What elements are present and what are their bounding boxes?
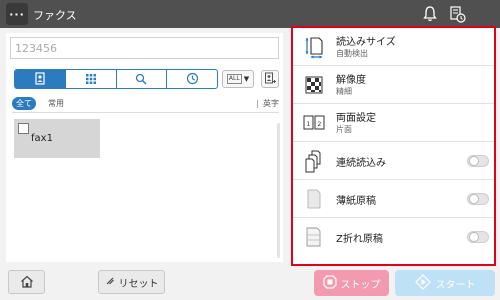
- continuous-scan-toggle[interactable]: [467, 155, 489, 167]
- divider: [12, 112, 279, 113]
- keypad-icon: [85, 70, 97, 88]
- setting-z-folded[interactable]: Z折れ原稿: [293, 218, 494, 256]
- setting-title: 薄紙原稿: [336, 196, 376, 207]
- setting-title: 連続読込み: [336, 158, 386, 169]
- start-icon: [414, 273, 431, 293]
- destination-item[interactable]: fax1: [14, 119, 100, 158]
- register-destination-button[interactable]: [261, 70, 279, 88]
- stop-label: ストップ: [340, 279, 381, 291]
- sort-label: ALL: [226, 74, 242, 84]
- menu-button[interactable]: ···: [6, 3, 28, 25]
- stop-icon: [322, 274, 337, 292]
- top-bar: ··· ファクス: [0, 0, 500, 28]
- setting-title: 両面設定: [336, 113, 376, 124]
- filter-alpha[interactable]: 英字: [256, 98, 279, 109]
- z-folded-icon: [303, 224, 325, 250]
- setting-title: 読込みサイズ: [336, 37, 396, 48]
- destination-name: fax1: [31, 133, 53, 144]
- index-filter-row: 全て 常用 英字: [12, 97, 279, 113]
- setting-continuous-scan[interactable]: 連続読込み: [293, 142, 494, 180]
- job-status-icon[interactable]: [447, 4, 467, 24]
- app-title: ファクス: [33, 9, 77, 22]
- settings-panel: 読込みサイズ 自動検出 解像度 精細 1 2 両面設定 片面 連続読込み 薄紙原…: [291, 26, 496, 266]
- tab-history[interactable]: [166, 70, 217, 88]
- filter-common[interactable]: 常用: [48, 98, 64, 109]
- sort-dropdown[interactable]: ALL ▼: [222, 70, 254, 88]
- setting-duplex[interactable]: 1 2 両面設定 片面: [293, 104, 494, 142]
- destination-checkbox[interactable]: [18, 123, 29, 134]
- continuous-scan-icon: [303, 148, 325, 174]
- address-book-icon: [34, 70, 46, 88]
- z-folded-toggle[interactable]: [467, 231, 489, 243]
- destination-tabs: [14, 69, 218, 89]
- fax-number-input[interactable]: [10, 37, 279, 59]
- person-add-icon: [264, 70, 276, 89]
- start-button[interactable]: スタート: [395, 270, 495, 296]
- tab-address-book[interactable]: [15, 70, 65, 88]
- history-icon: [186, 70, 199, 88]
- home-button[interactable]: [8, 270, 45, 294]
- destination-panel: ALL ▼ 全て 常用 英字 fax1: [6, 33, 283, 262]
- home-icon: [20, 273, 34, 292]
- svg-text:2: 2: [318, 121, 322, 128]
- setting-scan-size[interactable]: 読込みサイズ 自動検出: [293, 28, 494, 66]
- chevron-down-icon: ▼: [243, 75, 250, 83]
- destination-scrollbar[interactable]: [277, 123, 280, 258]
- setting-title: Z折れ原稿: [336, 234, 383, 245]
- svg-text:1: 1: [307, 121, 311, 128]
- reset-label: リセット: [118, 278, 159, 290]
- tab-keypad[interactable]: [64, 70, 116, 88]
- bell-icon[interactable]: [420, 4, 440, 24]
- scan-size-icon: [303, 34, 325, 60]
- setting-resolution[interactable]: 解像度 精細: [293, 66, 494, 104]
- thin-paper-icon: [303, 186, 325, 212]
- start-label: スタート: [435, 279, 476, 291]
- setting-value: 自動検出: [336, 49, 368, 58]
- setting-title: 解像度: [336, 75, 366, 86]
- thin-paper-toggle[interactable]: [467, 193, 489, 205]
- tab-search[interactable]: [115, 70, 167, 88]
- filter-all[interactable]: 全て: [12, 97, 36, 110]
- reset-icon: [105, 276, 115, 289]
- stop-button[interactable]: ストップ: [314, 270, 389, 296]
- setting-value: 片面: [336, 125, 352, 134]
- resolution-icon: [303, 72, 325, 98]
- duplex-icon: 1 2: [303, 110, 325, 136]
- search-icon: [135, 70, 147, 88]
- reset-button[interactable]: リセット: [98, 270, 165, 294]
- setting-thin-paper[interactable]: 薄紙原稿: [293, 180, 494, 218]
- setting-value: 精細: [336, 87, 352, 96]
